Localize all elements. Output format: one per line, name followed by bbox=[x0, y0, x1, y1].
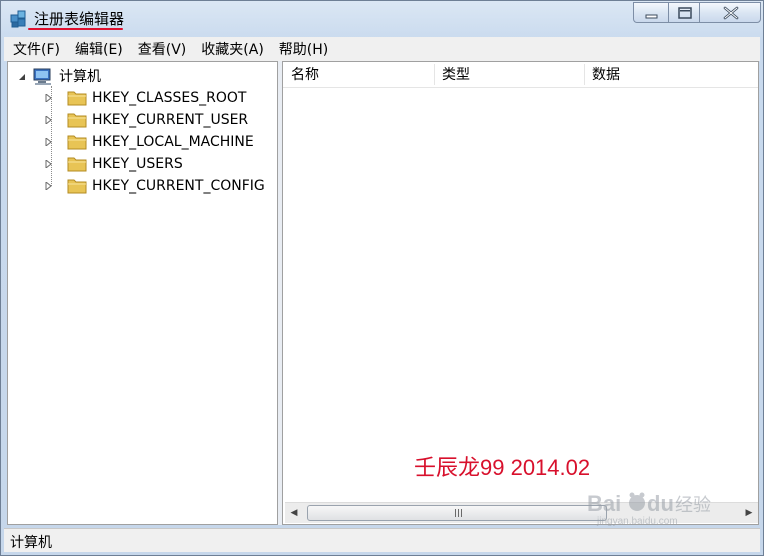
scrollbar-thumb[interactable] bbox=[307, 505, 607, 521]
menu-edit[interactable]: 编辑(E) bbox=[69, 39, 129, 59]
tree-item-label: HKEY_CLASSES_ROOT bbox=[92, 90, 247, 106]
scroll-left-icon[interactable]: ◀ bbox=[285, 503, 303, 523]
close-button[interactable] bbox=[699, 2, 761, 23]
svg-text:jingyan.baidu.com: jingyan.baidu.com bbox=[596, 516, 678, 527]
menu-favorites[interactable]: 收藏夹(A) bbox=[195, 39, 270, 59]
window-title: 注册表编辑器 bbox=[34, 10, 125, 28]
column-header-type[interactable]: 类型 bbox=[434, 62, 584, 87]
computer-icon bbox=[33, 68, 51, 85]
expand-arrow-icon[interactable] bbox=[45, 94, 53, 102]
author-watermark: 壬辰龙99 2014.02 bbox=[414, 455, 591, 480]
column-header-name[interactable]: 名称 bbox=[283, 62, 434, 87]
expand-arrow-icon[interactable] bbox=[45, 116, 53, 124]
scroll-right-icon[interactable]: ▶ bbox=[740, 503, 758, 523]
close-icon bbox=[723, 6, 739, 20]
tree-item-label: HKEY_USERS bbox=[92, 156, 183, 172]
tree-item-hkcu[interactable]: HKEY_CURRENT_USER bbox=[45, 110, 275, 130]
minimize-icon bbox=[645, 14, 658, 19]
menu-help[interactable]: 帮助(H) bbox=[273, 39, 334, 59]
title-bar[interactable]: 注册表编辑器 bbox=[1, 1, 763, 35]
menu-bar: 文件(F) 编辑(E) 查看(V) 收藏夹(A) 帮助(H) bbox=[4, 37, 760, 61]
status-bar: 计算机 bbox=[4, 528, 760, 552]
collapse-arrow-icon[interactable] bbox=[18, 73, 26, 81]
registry-editor-window: 注册表编辑器 文件(F) 编辑(E) 查看(V) 收藏夹(A) 帮助(H) 计算… bbox=[0, 0, 764, 556]
expand-arrow-icon[interactable] bbox=[45, 160, 53, 168]
column-header-data[interactable]: 数据 bbox=[584, 62, 758, 87]
expand-arrow-icon[interactable] bbox=[45, 138, 53, 146]
tree-root-computer[interactable]: 计算机 bbox=[18, 67, 128, 87]
folder-icon bbox=[67, 91, 87, 106]
registry-tree-pane[interactable]: 计算机 HKEY_CLASSES_ROOT HKEY_CURRENT_USER … bbox=[7, 61, 278, 525]
menu-view[interactable]: 查看(V) bbox=[132, 39, 193, 59]
maximize-icon bbox=[678, 7, 692, 19]
regedit-app-icon bbox=[10, 10, 26, 28]
minimize-button[interactable] bbox=[633, 2, 669, 23]
status-path: 计算机 bbox=[10, 535, 52, 551]
values-list-pane[interactable]: 名称 类型 数据 壬辰龙99 2014.02 ◀ ▶ bbox=[282, 61, 759, 525]
folder-icon bbox=[67, 135, 87, 150]
folder-icon bbox=[67, 179, 87, 194]
tree-item-label: HKEY_CURRENT_USER bbox=[92, 112, 249, 128]
grip-icon bbox=[455, 509, 462, 517]
tree-item-hklm[interactable]: HKEY_LOCAL_MACHINE bbox=[45, 132, 275, 152]
folder-icon bbox=[67, 113, 87, 128]
svg-text:Bai: Bai bbox=[587, 491, 621, 516]
title-underline-mark bbox=[28, 28, 123, 30]
svg-text:du: du bbox=[647, 491, 674, 516]
tree-item-label: HKEY_LOCAL_MACHINE bbox=[92, 134, 254, 150]
menu-file[interactable]: 文件(F) bbox=[7, 39, 66, 59]
tree-item-label: HKEY_CURRENT_CONFIG bbox=[92, 178, 265, 194]
list-header: 名称 类型 数据 bbox=[283, 62, 758, 88]
maximize-button[interactable] bbox=[668, 2, 700, 23]
tree-root-label: 计算机 bbox=[59, 69, 101, 85]
tree-item-hkcr[interactable]: HKEY_CLASSES_ROOT bbox=[45, 88, 275, 108]
baidu-logo: Bai du 经验 jingyan.baidu.com bbox=[587, 491, 711, 527]
folder-icon bbox=[67, 157, 87, 172]
expand-arrow-icon[interactable] bbox=[45, 182, 53, 190]
tree-item-hkcc[interactable]: HKEY_CURRENT_CONFIG bbox=[45, 176, 275, 196]
svg-text:经验: 经验 bbox=[675, 495, 711, 516]
tree-item-hku[interactable]: HKEY_USERS bbox=[45, 154, 275, 174]
